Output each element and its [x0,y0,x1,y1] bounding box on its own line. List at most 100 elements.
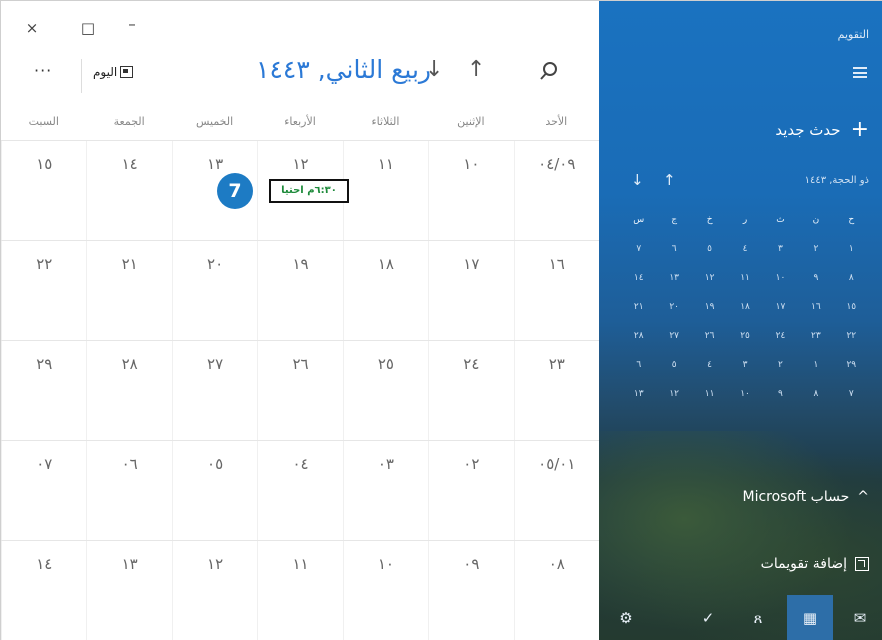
day-cell[interactable]: ٠٤/٠٩ [513,141,599,240]
mini-month-title[interactable]: ذو الحجة, ١٤٤٣ [805,175,869,186]
mail-icon[interactable]: ✉ [837,595,882,640]
mini-previous-month-button[interactable]: ↑ [663,171,676,189]
mini-day[interactable]: ١٠ [727,380,762,409]
day-cell[interactable]: ١١ [342,141,428,240]
mini-day[interactable]: ١٢ [692,264,727,293]
mini-day[interactable]: ١٧ [763,293,798,322]
maximize-button[interactable]: □ [77,19,99,37]
day-cell[interactable]: ٠٥/٠١ [513,441,599,540]
mini-day[interactable]: ١٣ [621,380,656,409]
more-options-button[interactable]: ··· [34,61,52,80]
day-cell[interactable]: ٢٦ [257,341,342,440]
mini-day[interactable]: ٦ [621,351,656,380]
mini-day[interactable]: ٢٢ [834,322,869,351]
mini-day[interactable]: ٢ [763,351,798,380]
day-cell[interactable]: ١٧ [428,241,513,340]
mini-next-month-button[interactable]: ↓ [631,171,644,189]
day-cell[interactable]: ١٠ [428,141,513,240]
previous-month-button[interactable]: ↑ [467,57,485,82]
day-cell[interactable]: ٢١ [86,241,171,340]
mini-day[interactable]: ١٥ [834,293,869,322]
day-cell[interactable]: ٠٧ [1,441,86,540]
mini-day[interactable]: ٣ [763,235,798,264]
day-cell[interactable]: ١٣ [86,541,171,640]
settings-icon[interactable]: ⚙ [603,595,649,640]
mini-day[interactable]: ١٤ [621,264,656,293]
people-icon[interactable]: ጸ [735,595,781,640]
mini-day[interactable]: ٧ [834,380,869,409]
day-number: ١٠ [377,555,394,573]
hamburger-menu-icon[interactable] [853,67,867,78]
mini-day[interactable]: ٩ [798,264,833,293]
day-cell[interactable]: ١٠ [342,541,428,640]
mini-day[interactable]: ٤ [692,351,727,380]
minimize-button[interactable]: – [121,15,143,33]
mini-day[interactable]: ٢٩ [834,351,869,380]
day-cell[interactable]: ٢٢ [1,241,86,340]
mini-day[interactable]: ٢٥ [727,322,762,351]
mini-day[interactable]: ١٨ [727,293,762,322]
mini-day[interactable]: ١ [834,235,869,264]
day-cell[interactable]: ١٨ [342,241,428,340]
day-cell[interactable]: ١٢ [171,541,257,640]
day-cell[interactable]: ٢٩ [1,341,86,440]
day-cell[interactable]: ١٩ [257,241,342,340]
month-title[interactable]: ربيع الثاني, ١٤٤٣ [256,55,431,84]
day-cell[interactable]: ٠٩ [428,541,513,640]
mini-day[interactable]: ٨ [834,264,869,293]
mini-day[interactable]: ٤ [727,235,762,264]
mini-day[interactable]: ٨ [798,380,833,409]
mini-day[interactable]: ١١ [727,264,762,293]
mini-week-row: ٢٢ ٢٣ ٢٤ ٢٥ ٢٦ ٢٧ ٢٨ [621,322,869,351]
mini-day[interactable]: ١٦ [798,293,833,322]
mini-day[interactable]: ٥ [656,351,691,380]
mini-day[interactable]: ١ [798,351,833,380]
day-cell[interactable]: ٠٢ [428,441,513,540]
mini-day[interactable]: ٣ [727,351,762,380]
mini-day[interactable]: ٥ [692,235,727,264]
day-cell[interactable]: ٠٤ [257,441,342,540]
mini-day[interactable]: ٧ [621,235,656,264]
day-cell[interactable]: ١٦ [513,241,599,340]
mini-day[interactable]: ٢٤ [763,322,798,351]
mini-day[interactable]: ٢١ [621,293,656,322]
day-cell[interactable]: ١٥ [1,141,86,240]
day-cell[interactable]: ٠٣ [342,441,428,540]
calendar-icon[interactable]: ▦ [787,595,833,640]
mini-day[interactable]: ١١ [692,380,727,409]
search-icon[interactable] [537,59,561,83]
todo-icon[interactable]: ✓ [685,595,731,640]
day-cell[interactable]: ٢٨ [86,341,171,440]
mini-day[interactable]: ٦ [656,235,691,264]
mini-day[interactable]: ١٣ [656,264,691,293]
mini-day[interactable]: ١٢ [656,380,691,409]
day-cell[interactable]: ١٤ [86,141,171,240]
close-button[interactable]: × [21,19,43,37]
day-cell[interactable]: ٢٥ [342,341,428,440]
day-cell[interactable]: ١٤ [1,541,86,640]
day-cell[interactable]: ٠٦ [86,441,171,540]
next-month-button[interactable]: ↓ [425,57,443,82]
day-cell[interactable]: ٠٨ [513,541,599,640]
mini-day[interactable]: ٢٨ [621,322,656,351]
weekday-label: الأحد [545,115,568,128]
mini-day[interactable]: ٢٧ [656,322,691,351]
add-calendars-button[interactable]: إضافة تقويمات [761,556,869,572]
day-cell[interactable]: ٢٠ [171,241,257,340]
mini-day[interactable]: ٢٣ [798,322,833,351]
day-cell[interactable]: ١١ [257,541,342,640]
calendar-event[interactable]: ٦:٣٠م احتيا [269,179,349,203]
day-cell[interactable]: ٢٤ [428,341,513,440]
mini-day[interactable]: ٢٠ [656,293,691,322]
mini-day[interactable]: ٩ [763,380,798,409]
day-cell[interactable]: ٠٥ [171,441,257,540]
mini-day[interactable]: ١٠ [763,264,798,293]
mini-day[interactable]: ١٩ [692,293,727,322]
mini-day[interactable]: ٢٦ [692,322,727,351]
today-button[interactable]: اليوم [93,65,134,79]
microsoft-account-toggle[interactable]: ^ حساب Microsoft [743,489,870,505]
day-cell[interactable]: ٢٧ [171,341,257,440]
mini-day[interactable]: ٢ [798,235,833,264]
day-cell[interactable]: ٢٣ [513,341,599,440]
new-event-button[interactable]: + حدث جديد [775,117,869,142]
